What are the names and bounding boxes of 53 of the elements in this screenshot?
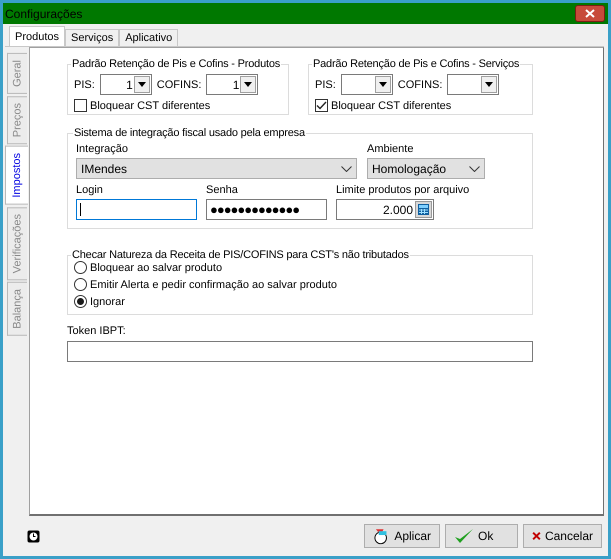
pis-label: PIS:: [74, 78, 95, 90]
password-field[interactable]: ●●●●●●●●●●●●●: [206, 199, 327, 220]
window-title: Configurações: [5, 6, 82, 20]
chevron-down-icon: [341, 166, 352, 172]
radio-button[interactable]: [74, 295, 87, 308]
environment-dropdown[interactable]: Homologação: [367, 158, 485, 179]
pis-dropdown[interactable]: 1: [100, 74, 152, 95]
group-title: Padrão Retenção de Pis e Cofins - Produtos: [71, 58, 282, 70]
cofins-label: COFINS:: [398, 78, 442, 90]
tab[interactable]: Produtos: [9, 26, 66, 46]
pis-label: PIS:: [315, 78, 336, 90]
checkbox[interactable]: [74, 99, 87, 112]
radio-label: Bloquear ao salvar produto: [90, 262, 222, 274]
token-field[interactable]: [67, 341, 533, 362]
dropdown-arrow-icon: [485, 82, 494, 87]
cofins-label: COFINS:: [156, 78, 202, 90]
dropdown-arrow-icon: [244, 82, 252, 87]
environment-label: Ambiente: [367, 143, 414, 155]
pis-dropdown[interactable]: [340, 74, 393, 95]
tab[interactable]: Serviços: [65, 29, 120, 46]
limit-field[interactable]: 2.000: [336, 199, 434, 220]
clock-icon[interactable]: [27, 530, 40, 542]
radio-button[interactable]: [74, 261, 87, 274]
login-label: Login: [76, 184, 104, 196]
radio-button[interactable]: [74, 278, 87, 291]
login-field[interactable]: [76, 199, 197, 220]
radio-label: Ignorar: [90, 296, 125, 308]
close-icon: [585, 9, 595, 18]
checkbox-label: Bloquear CST diferentes: [331, 100, 452, 112]
tab[interactable]: Aplicativo: [119, 29, 178, 46]
calculator-icon[interactable]: [415, 201, 432, 218]
group-title: Padrão Retenção de Pis e Cofins - Serviços: [312, 58, 520, 70]
apply-button[interactable]: Aplicar: [364, 524, 440, 548]
integration-label: Integração: [76, 143, 129, 155]
dropdown-arrow-icon: [138, 82, 146, 87]
integration-dropdown[interactable]: IMendes: [76, 158, 357, 179]
cofins-dropdown[interactable]: 1: [206, 74, 258, 95]
radio-label: Emitir Alerta e pedir confirmação ao salvar produto: [90, 278, 338, 290]
group-title: Sistema de integração fiscal usado pela empresa: [73, 127, 306, 139]
ok-button[interactable]: Ok: [445, 524, 518, 548]
checkbox-label: Bloquear CST diferentes: [90, 100, 210, 112]
checkmark-icon: [454, 528, 474, 544]
side-tab[interactable]: Impostos: [5, 146, 28, 205]
chevron-down-icon: [469, 166, 480, 172]
dropdown-arrow-icon: [378, 82, 387, 87]
cancel-button[interactable]: Cancelar: [523, 524, 602, 548]
token-label: Token IBPT:: [67, 325, 127, 337]
group-title: Checar Natureza da Receita de PIS/COFINS para CST's não tributados: [71, 249, 410, 261]
cofins-dropdown[interactable]: [447, 74, 500, 95]
limit-label: Limite produtos por arquivo: [336, 184, 470, 196]
close-button[interactable]: [575, 5, 605, 22]
password-label: Senha: [206, 184, 239, 196]
checkbox[interactable]: [315, 99, 328, 112]
